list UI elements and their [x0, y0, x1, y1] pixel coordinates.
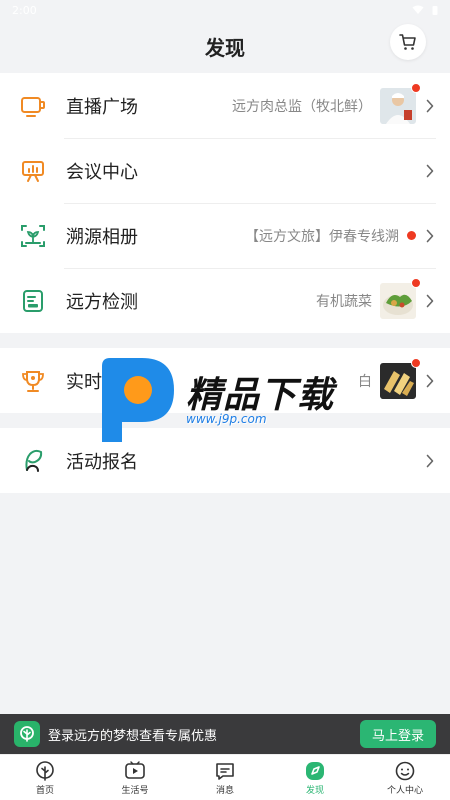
tab-label: 个人中心 [386, 785, 423, 796]
menu-item-meeting-center[interactable]: 会议中心 [0, 138, 450, 203]
trophy-icon [20, 368, 46, 394]
sprout-icon [20, 448, 46, 474]
header: 发现 [0, 20, 450, 72]
food-thumbnail [380, 357, 421, 399]
page-title: 发现 [205, 35, 245, 60]
menu-item-title: 溯源相册 [66, 226, 138, 248]
tab-messages[interactable]: 消息 [180, 755, 270, 800]
chevron-right-icon [424, 453, 436, 469]
menu-item-inspection[interactable]: 远方检测 有机蔬菜 [0, 268, 450, 333]
tab-label: 发现 [305, 785, 324, 796]
status-time: 2:00 [12, 3, 37, 17]
notification-dot [407, 231, 416, 240]
tree-icon [36, 760, 54, 781]
vegetable-thumbnail [380, 277, 421, 319]
battery-icon [432, 6, 438, 15]
live-thumbnail [380, 82, 421, 124]
message-icon [216, 762, 234, 780]
menu-item-desc: 白 [358, 373, 372, 390]
login-button[interactable]: 马上登录 [359, 720, 436, 748]
app-logo-icon [14, 721, 40, 747]
smile-face-icon [395, 761, 415, 780]
chevron-right-icon [424, 373, 436, 389]
menu-item-title: 活动报名 [66, 451, 138, 473]
menu-group-activity: 活动报名 [0, 428, 450, 493]
tab-discover[interactable]: 发现 [270, 755, 360, 800]
tab-label: 消息 [215, 785, 234, 796]
menu-item-activity-signup[interactable]: 活动报名 [0, 428, 450, 493]
tab-life[interactable]: 生活号 [90, 755, 180, 800]
menu-item-desc: 远方肉总监（牧北鲜） [232, 98, 372, 115]
chevron-right-icon [424, 163, 436, 179]
notification-badge [411, 357, 421, 368]
menu-item-title: 直播广场 [66, 96, 138, 118]
bottom-tab-bar: 首页 生活号 消息 发现 个人中心 [0, 754, 450, 800]
menu-item-title: 会议中心 [66, 161, 138, 183]
menu-item-title: 远方检测 [66, 291, 138, 313]
menu-item-title: 实时 [66, 371, 102, 393]
video-play-icon [125, 760, 145, 779]
watermark-url: www.j9p.com [186, 412, 267, 426]
login-banner: 登录远方的梦想查看专属优惠 马上登录 [0, 714, 450, 754]
tab-label: 首页 [35, 785, 54, 796]
live-tv-icon [20, 93, 46, 119]
menu-group-ranking: 实时 白 [0, 348, 450, 413]
chevron-right-icon [424, 293, 436, 309]
notification-badge [411, 277, 421, 288]
chevron-right-icon [424, 98, 436, 114]
menu-item-live-square[interactable]: 直播广场 远方肉总监（牧北鲜） [0, 73, 450, 138]
menu-item-desc: 【远方文旅】伊春专线溯 [245, 228, 399, 245]
menu-group-main: 直播广场 远方肉总监（牧北鲜） 会议中心 溯源相册 【远方文旅】伊春专线溯 远方… [0, 73, 450, 333]
menu-item-trace-album[interactable]: 溯源相册 【远方文旅】伊春专线溯 [0, 203, 450, 268]
cart-button[interactable] [390, 24, 426, 60]
shopping-cart-icon [399, 34, 416, 50]
notification-badge [411, 82, 421, 93]
presentation-board-icon [20, 158, 46, 184]
status-icons [412, 5, 438, 15]
inspection-report-icon [20, 288, 46, 314]
login-banner-text: 登录远方的梦想查看专属优惠 [48, 728, 218, 744]
scan-plant-icon [20, 223, 46, 249]
discover-compass-icon [306, 761, 324, 780]
status-bar: 2:00 [0, 0, 450, 20]
tab-profile[interactable]: 个人中心 [360, 755, 450, 800]
menu-item-desc: 有机蔬菜 [316, 293, 372, 310]
tab-label: 生活号 [121, 785, 149, 796]
chevron-right-icon [424, 228, 436, 244]
menu-item-realtime-ranking[interactable]: 实时 白 [0, 348, 450, 413]
tab-home[interactable]: 首页 [0, 755, 90, 800]
wifi-icon [412, 5, 424, 14]
